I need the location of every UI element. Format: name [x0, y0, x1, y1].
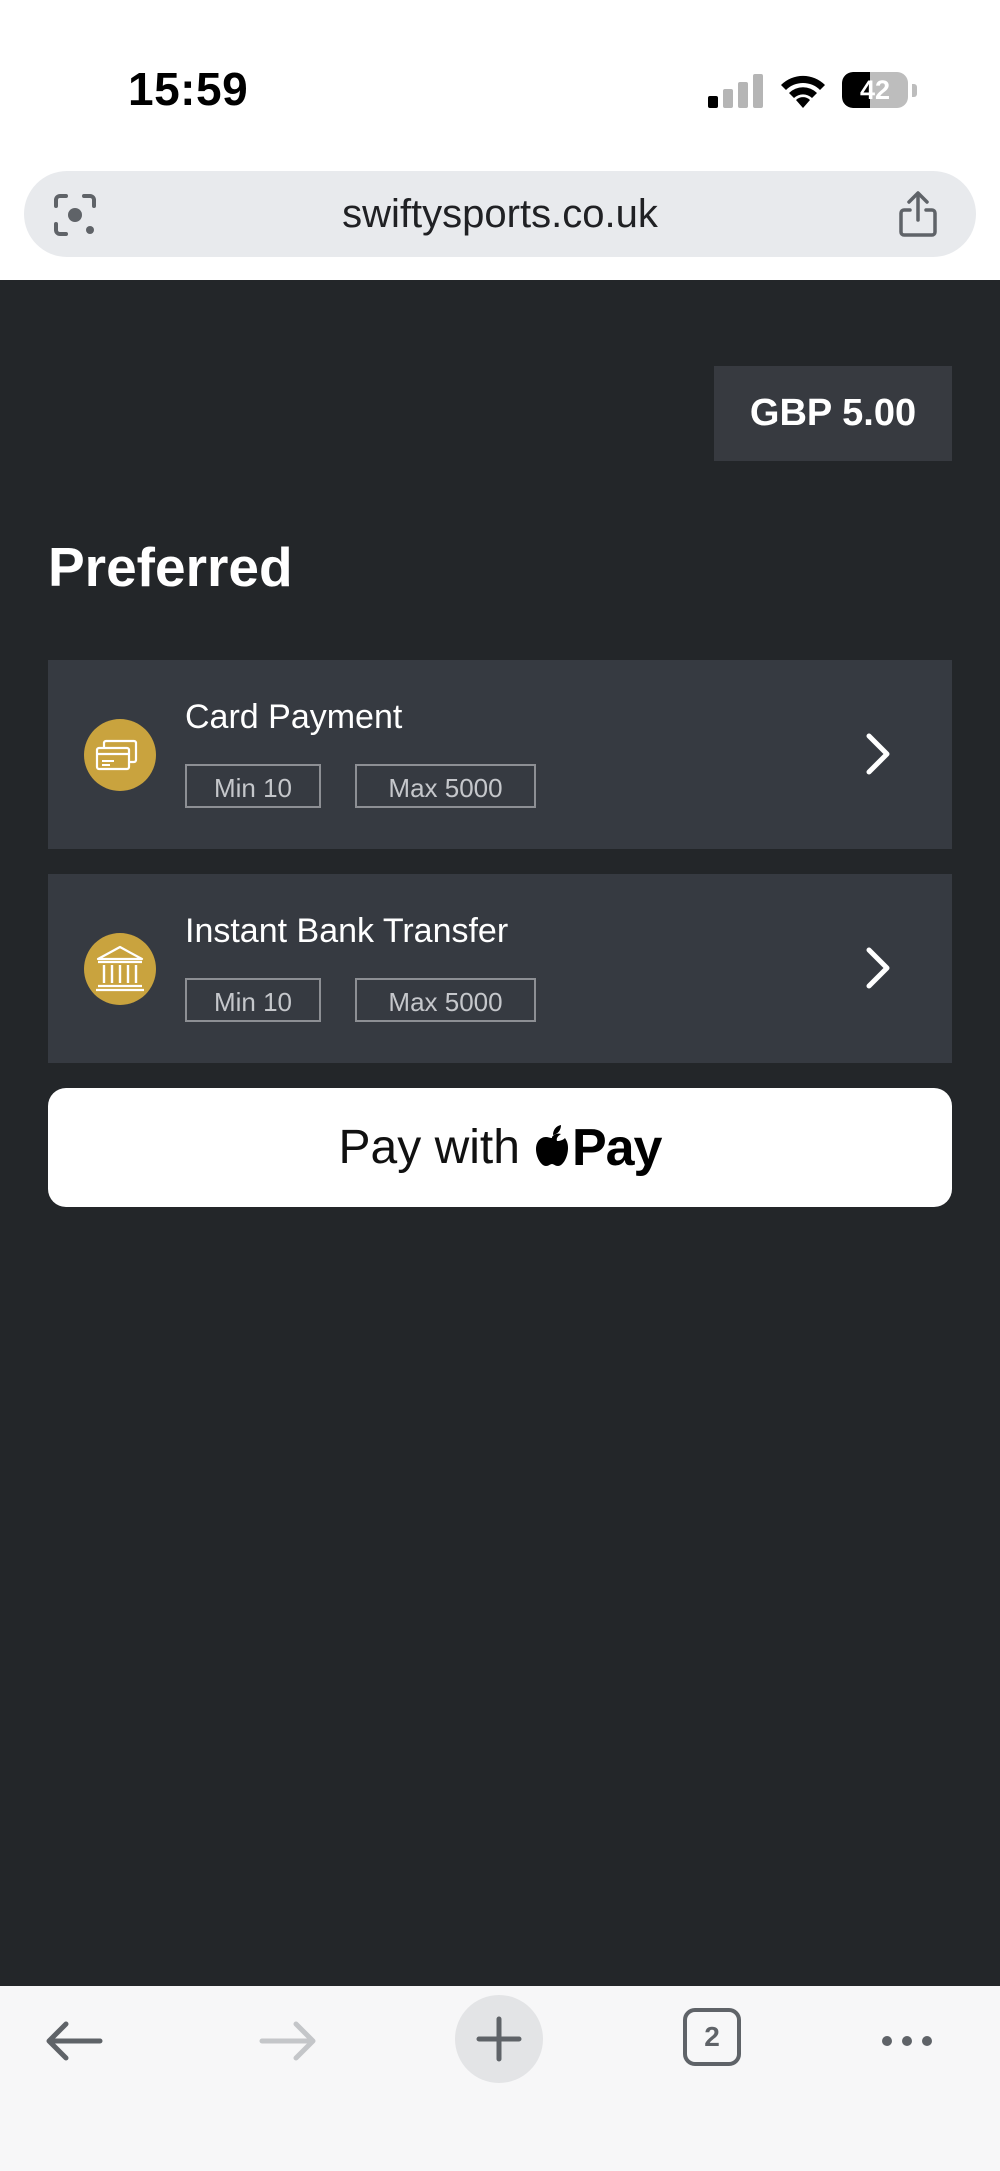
apple-logo-icon	[535, 1124, 568, 1166]
min-limit-tag: Min 10	[185, 978, 321, 1022]
min-limit-tag: Min 10	[185, 764, 321, 808]
wifi-icon	[781, 75, 825, 108]
payment-method-name: Instant Bank Transfer	[185, 912, 509, 950]
bank-icon	[84, 933, 156, 1005]
tab-switcher-button[interactable]: 2	[670, 1996, 760, 2086]
status-bar: 15:59 42	[0, 0, 1000, 165]
new-tab-button[interactable]	[455, 1995, 543, 2083]
arrow-left-icon	[46, 2021, 103, 2061]
deposit-page: GBP 5.00 Preferred Card Payment Min 10 M…	[0, 280, 1000, 1986]
chevron-right-icon	[866, 947, 890, 989]
battery-percent: 42	[859, 75, 891, 105]
section-title-preferred: Preferred	[48, 536, 293, 598]
share-icon[interactable]	[896, 190, 940, 238]
apple-pay-label: Pay with	[338, 1121, 520, 1174]
apple-pay-brand: Pay	[571, 1118, 663, 1177]
arrow-right-icon	[259, 2021, 316, 2061]
more-menu-button[interactable]	[862, 1996, 952, 2086]
payment-method-card[interactable]: Card Payment Min 10 Max 5000	[48, 660, 952, 849]
payment-method-bank-transfer[interactable]: Instant Bank Transfer Min 10 Max 5000	[48, 874, 952, 1063]
max-limit-tag: Max 5000	[355, 978, 536, 1022]
battery-indicator: 42	[842, 72, 918, 108]
card-payment-icon	[84, 719, 156, 791]
payment-method-name: Card Payment	[185, 698, 403, 736]
chevron-right-icon	[866, 733, 890, 775]
cellular-signal-icon	[708, 74, 763, 108]
forward-button[interactable]	[242, 1996, 332, 2086]
deposit-amount: GBP 5.00	[714, 366, 952, 461]
status-time: 15:59	[128, 63, 249, 115]
more-dots-icon	[882, 2036, 932, 2046]
tab-count: 2	[683, 2008, 741, 2066]
url-text[interactable]: swiftysports.co.uk	[24, 171, 976, 257]
browser-toolbar: 2	[0, 1986, 1000, 2171]
back-button[interactable]	[30, 1996, 120, 2086]
max-limit-tag: Max 5000	[355, 764, 536, 808]
address-bar[interactable]: swiftysports.co.uk	[24, 171, 976, 257]
apple-pay-button[interactable]: Pay with Pay	[48, 1088, 952, 1207]
plus-icon	[476, 2016, 522, 2062]
